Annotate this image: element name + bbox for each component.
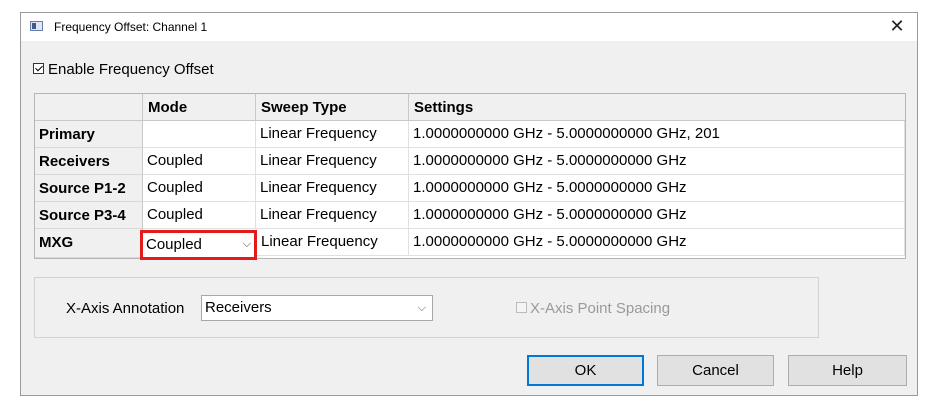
settings-cell-mxg[interactable]: 1.0000000000 GHz - 5.0000000000 GHz <box>409 229 905 256</box>
mode-cell-primary[interactable] <box>143 121 256 148</box>
settings-cell-source-p1-2[interactable]: 1.0000000000 GHz - 5.0000000000 GHz <box>409 175 905 202</box>
column-header-mode: Mode <box>143 94 256 121</box>
settings-cell-receivers[interactable]: 1.0000000000 GHz - 5.0000000000 GHz <box>409 148 905 175</box>
checkbox-checked-icon[interactable] <box>33 63 44 75</box>
column-header-sweep-type: Sweep Type <box>256 94 409 121</box>
x-axis-point-spacing-checkbox[interactable]: X-Axis Point Spacing <box>516 300 670 317</box>
row-header-source-p1-2: Source P1-2 <box>35 175 143 202</box>
row-header-mxg: MXG <box>35 229 143 258</box>
title-bar: Frequency Offset: Channel 1 ✕ <box>21 13 917 41</box>
sweep-type-cell-receivers[interactable]: Linear Frequency <box>256 148 409 175</box>
chevron-down-icon: ⌵ <box>417 302 426 314</box>
enable-frequency-offset-label: Enable Frequency Offset <box>48 61 214 78</box>
row-header-source-p3-4: Source P3-4 <box>35 202 143 229</box>
chevron-down-icon: ⌵ <box>242 238 251 250</box>
dialog-title: Frequency Offset: Channel 1 <box>54 20 208 34</box>
close-icon[interactable]: ✕ <box>887 16 907 36</box>
settings-cell-source-p3-4[interactable]: 1.0000000000 GHz - 5.0000000000 GHz <box>409 202 905 229</box>
row-header-primary: Primary <box>35 121 143 148</box>
ok-button[interactable]: OK <box>527 355 644 386</box>
help-button[interactable]: Help <box>788 355 907 386</box>
column-header-settings: Settings <box>409 94 905 121</box>
mode-dropdown-mxg[interactable]: Coupled ⌵ <box>140 230 257 260</box>
cancel-button[interactable]: Cancel <box>657 355 774 386</box>
sweep-type-cell-source-p1-2[interactable]: Linear Frequency <box>256 175 409 202</box>
frequency-offset-dialog: Frequency Offset: Channel 1 ✕ Enable Fre… <box>20 12 918 396</box>
x-axis-annotation-select[interactable]: Receivers ⌵ <box>201 295 433 321</box>
mode-cell-receivers[interactable]: Coupled <box>143 148 256 175</box>
checkbox-unchecked-icon[interactable] <box>516 302 527 314</box>
x-axis-annotation-label: X-Axis Annotation <box>66 300 185 317</box>
x-axis-annotation-group: X-Axis Annotation Receivers ⌵ X-Axis Poi… <box>34 277 819 338</box>
mode-cell-source-p3-4[interactable]: Coupled <box>143 202 256 229</box>
mode-cell-source-p1-2[interactable]: Coupled <box>143 175 256 202</box>
x-axis-point-spacing-label: X-Axis Point Spacing <box>530 300 671 317</box>
grid-corner <box>35 94 143 121</box>
sweep-type-cell-primary[interactable]: Linear Frequency <box>256 121 409 148</box>
x-axis-annotation-value: Receivers <box>205 299 272 316</box>
sweep-type-cell-source-p3-4[interactable]: Linear Frequency <box>256 202 409 229</box>
row-header-receivers: Receivers <box>35 148 143 175</box>
sweep-type-cell-mxg[interactable]: Linear Frequency <box>257 229 409 256</box>
mode-dropdown-mxg-value: Coupled <box>146 236 202 253</box>
settings-cell-primary[interactable]: 1.0000000000 GHz - 5.0000000000 GHz, 201 <box>409 121 905 148</box>
offset-grid: Mode Sweep Type Settings Primary Linear … <box>34 93 906 260</box>
app-window-icon <box>30 21 43 31</box>
enable-frequency-offset-checkbox[interactable]: Enable Frequency Offset <box>33 61 214 78</box>
